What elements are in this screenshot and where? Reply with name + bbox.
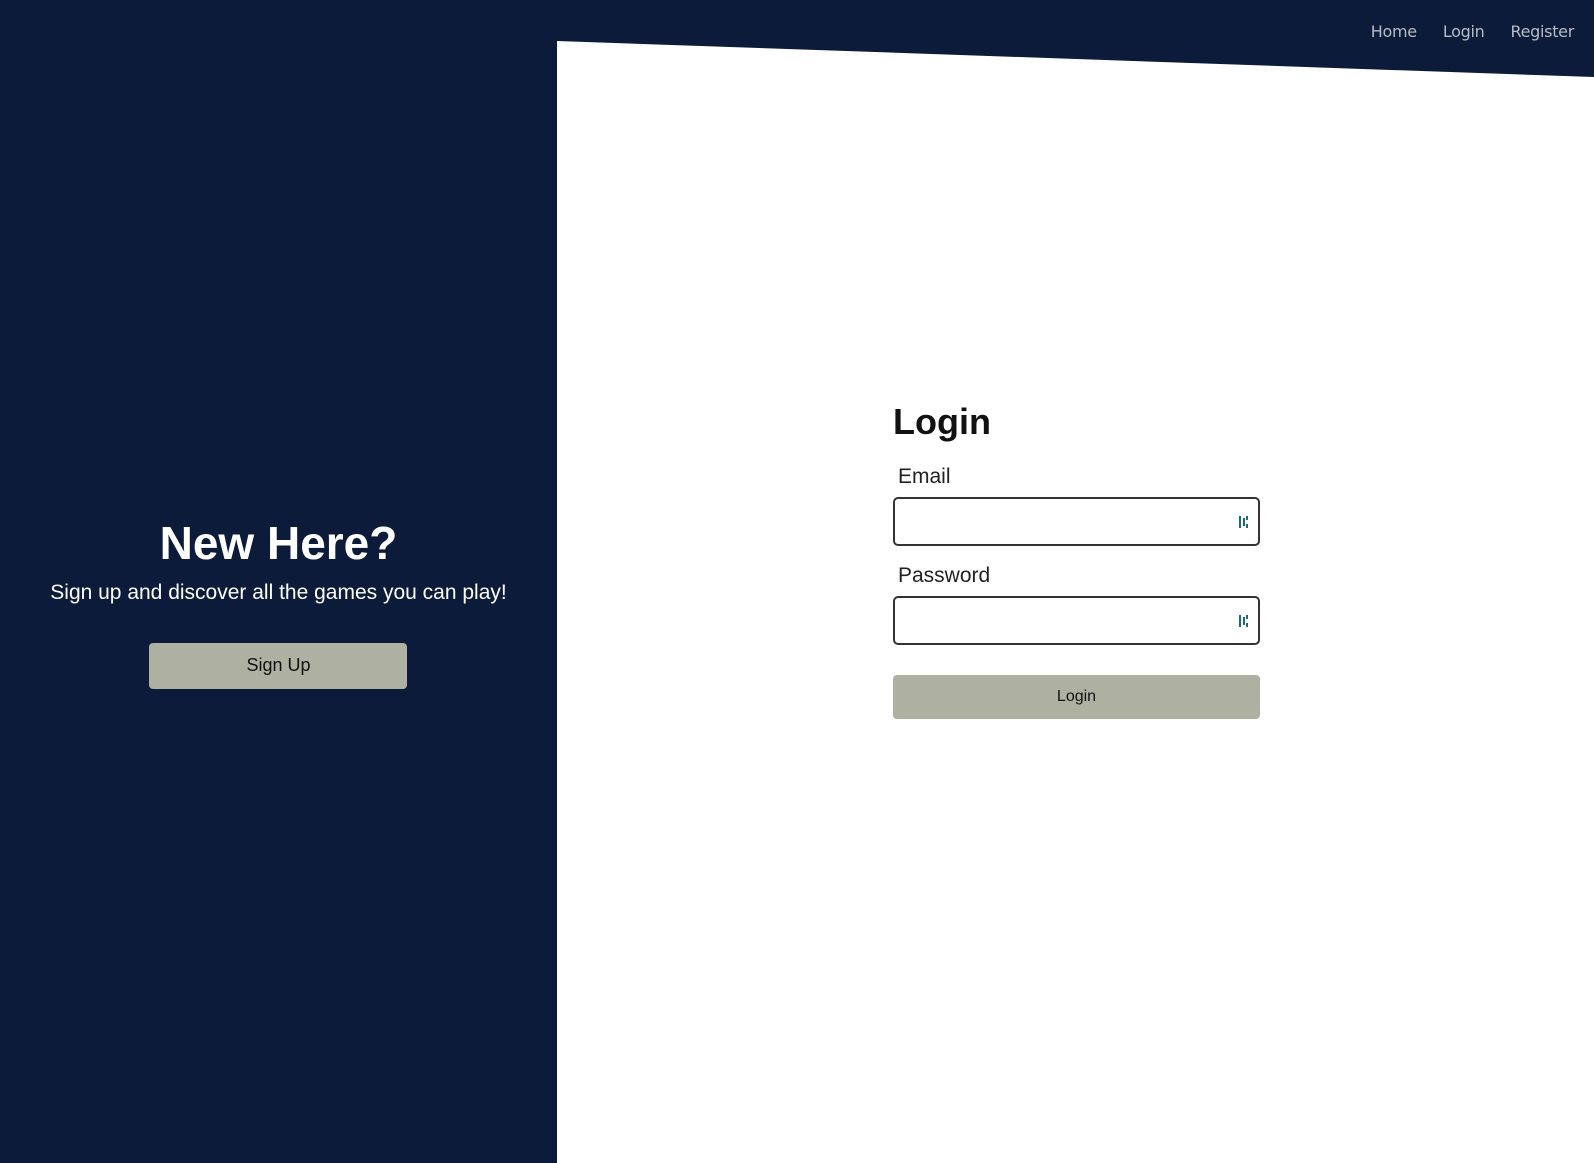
password-field[interactable]	[893, 596, 1260, 646]
signup-promo-content: New Here? Sign up and discover all the g…	[50, 517, 507, 689]
nav-login-link[interactable]: Login	[1443, 22, 1485, 41]
login-submit-button[interactable]: Login	[893, 675, 1260, 720]
signup-promo-panel: New Here? Sign up and discover all the g…	[0, 0, 557, 1163]
password-manager-icon[interactable]	[1236, 612, 1252, 630]
email-label: Email	[898, 465, 951, 489]
promo-title: New Here?	[159, 517, 398, 570]
password-field-wrapper	[893, 596, 1260, 646]
login-title: Login	[893, 401, 991, 442]
password-manager-icon[interactable]	[1236, 513, 1252, 531]
sign-up-button[interactable]: Sign Up	[149, 642, 408, 689]
email-field-wrapper	[893, 497, 1260, 547]
email-field[interactable]	[893, 497, 1260, 547]
promo-subtitle: Sign up and discover all the games you c…	[50, 580, 507, 604]
password-label: Password	[898, 564, 991, 588]
top-navigation: Home Login Register	[1371, 22, 1575, 41]
nav-register-link[interactable]: Register	[1511, 22, 1575, 41]
nav-home-link[interactable]: Home	[1371, 22, 1417, 41]
login-form: Login Email Password Login	[893, 400, 1260, 720]
